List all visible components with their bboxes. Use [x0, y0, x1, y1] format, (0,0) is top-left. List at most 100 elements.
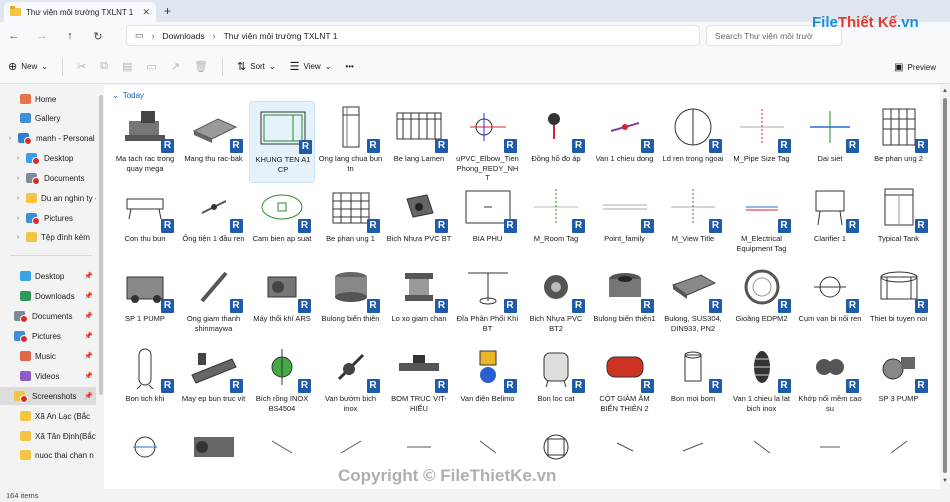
chevron-right-icon[interactable]: ›	[14, 215, 22, 222]
file-item[interactable]: R Van điện Belimo	[455, 341, 521, 423]
file-item[interactable]: R M_Electrical Equipment Tag	[729, 181, 795, 263]
share-button[interactable]: ↗	[171, 60, 180, 73]
address-bar[interactable]: ▭ › Downloads › Thư viện môi trường TXLN…	[126, 25, 700, 46]
sidebar-item-music[interactable]: Music 📌	[0, 347, 96, 365]
sidebar-item-du-an-nghin-ty-c[interactable]: › Du an nghin ty - C	[0, 189, 96, 207]
sidebar-scrollbar[interactable]	[99, 95, 103, 395]
copy-button[interactable]: ⧉	[100, 60, 108, 73]
file-item[interactable]: RuPVC_Elbow_Tien Phong_REDY_NHT	[455, 101, 521, 183]
delete-button[interactable]: 🗑	[194, 60, 208, 73]
file-item[interactable]: R Mang thu rac-bak	[181, 101, 247, 183]
view-button[interactable]: ☰ View ⌄	[290, 60, 332, 73]
pin-icon[interactable]: 📌	[84, 332, 93, 340]
file-item[interactable]	[729, 421, 795, 489]
sidebar-item-home[interactable]: Home	[0, 90, 96, 108]
new-tab-button[interactable]: +	[164, 4, 171, 18]
rename-button[interactable]: ▭	[146, 60, 156, 73]
file-item[interactable]	[660, 421, 726, 489]
file-item[interactable]: R Typical Tank	[866, 181, 932, 263]
sidebar-item-gallery[interactable]: Gallery	[0, 109, 96, 127]
file-item[interactable]: R Van bướm bich inox	[318, 341, 384, 423]
preview-button[interactable]: ▣ Preview	[894, 62, 936, 73]
chevron-right-icon[interactable]: ›	[14, 234, 22, 241]
pin-icon[interactable]: 📌	[84, 392, 93, 400]
file-item[interactable]: R Ld ren trong ngoai	[660, 101, 726, 183]
pin-icon[interactable]: 📌	[84, 312, 93, 320]
back-arrow-icon[interactable]: ←	[0, 30, 28, 42]
file-item[interactable]: R BOM TRUC VIT-HIẾU	[386, 341, 452, 423]
sidebar-item-downloads[interactable]: Downloads 📌	[0, 287, 96, 305]
breadcrumb-current[interactable]: Thư viện môi trường TXLNT 1	[224, 31, 338, 41]
file-item[interactable]: R M_Pipe Size Tag	[729, 101, 795, 183]
file-item[interactable]: R Lo xo giam chan	[386, 261, 452, 343]
close-tab-icon[interactable]: ✕	[142, 7, 150, 18]
file-item[interactable]: R Bulong biển thiên	[318, 261, 384, 343]
tab-current-folder[interactable]: Thư viện môi trường TXLNT 1 ✕	[4, 2, 156, 22]
file-item[interactable]: R Gioăng EDPM2	[729, 261, 795, 343]
file-item[interactable]: R BIA PHU	[455, 181, 521, 263]
file-item[interactable]: R Đĩa Phân Phối Khí BT	[455, 261, 521, 343]
pin-icon[interactable]: 📌	[84, 352, 93, 360]
file-item[interactable]: R Bon moi bom	[660, 341, 726, 423]
cut-button[interactable]: ✂	[77, 60, 86, 73]
sidebar-item-manh-personal[interactable]: › manh - Personal	[0, 129, 96, 147]
file-item[interactable]: R M_Room Tag	[523, 181, 589, 263]
file-item[interactable]	[112, 421, 178, 489]
file-item[interactable]: R Ong giam thanh shinmaywa	[181, 261, 247, 343]
file-item[interactable]: R Đồng hồ đo áp	[523, 101, 589, 183]
file-item[interactable]: R Bon tich khi	[112, 341, 178, 423]
file-item[interactable]: R Thiet bi tuyen noi	[866, 261, 932, 343]
file-item[interactable]: R Clarifier 1	[797, 181, 863, 263]
file-item[interactable]: R Be lang Lamen	[386, 101, 452, 183]
vertical-scrollbar[interactable]: ▲ ▼	[942, 88, 948, 486]
file-item[interactable]: R Bich Nhựa PVC BT2	[523, 261, 589, 343]
file-item[interactable]: R KHUNG TEN A1 CP	[249, 101, 315, 183]
sidebar-item-videos[interactable]: Videos 📌	[0, 367, 96, 385]
sidebar-item-desktop[interactable]: › Desktop	[0, 149, 96, 167]
pin-icon[interactable]: 📌	[84, 372, 93, 380]
chevron-right-icon[interactable]: ›	[14, 155, 22, 162]
sidebar-item-x-t-n-nh-b-c[interactable]: Xã Tân Định(Bắc	[0, 427, 96, 445]
chevron-right-icon[interactable]: ›	[14, 175, 22, 182]
file-item[interactable]: R Dai siet	[797, 101, 863, 183]
file-item[interactable]: R Bulong, SUS304, DIN933, PN2	[660, 261, 726, 343]
up-arrow-icon[interactable]: ↑	[56, 30, 84, 42]
scroll-up-icon[interactable]: ▲	[942, 88, 948, 94]
file-item[interactable]: R Bon loc cat	[523, 341, 589, 423]
file-item[interactable]: R May ep bun truc vit	[181, 341, 247, 423]
sidebar-item-t-p-nh-k-m[interactable]: › Tệp đính kèm	[0, 228, 96, 246]
file-item[interactable]: R Ma tach rac trong quay mega	[112, 101, 178, 183]
file-item[interactable]: R Cụm van bi nối ren	[797, 261, 863, 343]
more-button[interactable]: •••	[345, 62, 353, 71]
scroll-down-icon[interactable]: ▼	[942, 478, 948, 484]
file-item[interactable]	[866, 421, 932, 489]
refresh-icon[interactable]: ↻	[84, 30, 112, 43]
file-item[interactable]: R Bulong biến thiện1	[592, 261, 658, 343]
sidebar-item-pictures[interactable]: Pictures 📌	[0, 327, 96, 345]
chevron-right-icon[interactable]: ›	[14, 195, 22, 202]
file-item[interactable]: R CỘT GIẢM ÂM BIẾN THIÊN 2	[592, 341, 658, 423]
pin-icon[interactable]: 📌	[84, 292, 93, 300]
file-item[interactable]: R SP 1 PUMP	[112, 261, 178, 343]
sidebar-item-desktop[interactable]: Desktop 📌	[0, 267, 96, 285]
file-item[interactable]: R Be phan ung 1	[318, 181, 384, 263]
forward-arrow-icon[interactable]: →	[28, 30, 56, 42]
file-item[interactable]	[181, 421, 247, 489]
chevron-right-icon[interactable]: ›	[6, 135, 14, 142]
file-item[interactable]: R M_View Title	[660, 181, 726, 263]
file-item[interactable]	[797, 421, 863, 489]
file-item[interactable]: R Cam bien ap suat	[249, 181, 315, 263]
group-header-today[interactable]: ⌄ Today	[112, 91, 144, 100]
file-item[interactable]: R Bích rồng INOX BS4504	[249, 341, 315, 423]
scrollbar-thumb[interactable]	[943, 98, 947, 473]
pin-icon[interactable]: 📌	[84, 272, 93, 280]
sidebar-item-x-an-l-c-b-c[interactable]: Xã An Lạc (Bắc	[0, 407, 96, 425]
sidebar-item-documents[interactable]: Documents 📌	[0, 307, 96, 325]
file-item[interactable]: R Van 1 chieu dong	[592, 101, 658, 183]
sidebar-item-screenshots[interactable]: Screenshots 📌	[0, 387, 96, 405]
file-item[interactable]: R Con thu bun	[112, 181, 178, 263]
sidebar-item-pictures[interactable]: › Pictures	[0, 209, 96, 227]
sidebar-item-documents[interactable]: › Documents	[0, 169, 96, 187]
sidebar-item-nuoc-thai-chan-n[interactable]: nuoc thai chan n	[0, 446, 96, 464]
file-item[interactable]	[592, 421, 658, 489]
